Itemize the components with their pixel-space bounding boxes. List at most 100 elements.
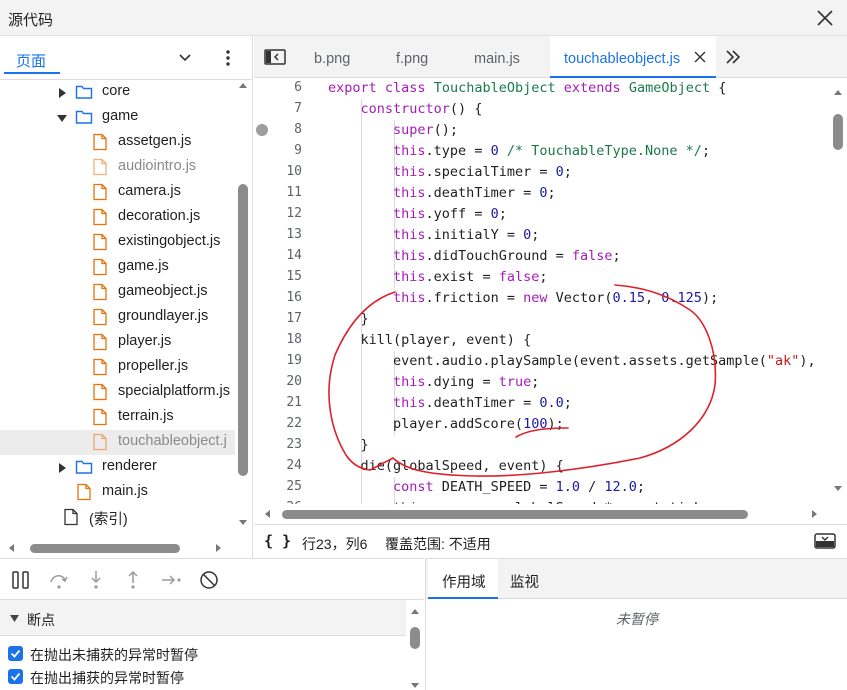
- editor-tab-label: main.js: [474, 51, 520, 67]
- tree-folder[interactable]: renderer: [0, 455, 235, 480]
- tree-file[interactable]: camera.js: [0, 180, 235, 205]
- line-number-gutter[interactable]: 10: [254, 162, 320, 183]
- tree-file[interactable]: groundlayer.js: [0, 305, 235, 330]
- line-number-gutter[interactable]: 9: [254, 141, 320, 162]
- line-number-gutter[interactable]: 12: [254, 204, 320, 225]
- double-chevron-icon[interactable]: [724, 48, 742, 66]
- line-number-gutter[interactable]: 13: [254, 225, 320, 246]
- tree-folder[interactable]: core: [0, 80, 235, 105]
- navigator-vertical-scrollbar[interactable]: [236, 80, 250, 536]
- tree-file[interactable]: decoration.js: [0, 205, 235, 230]
- step-over-icon[interactable]: [48, 569, 70, 591]
- tree-item-label: audiointro.js: [118, 158, 197, 174]
- js-file-icon: [93, 308, 107, 326]
- line-number-gutter[interactable]: 21: [254, 393, 320, 414]
- tree-file[interactable]: terrain.js: [0, 405, 235, 430]
- tree-file[interactable]: assetgen.js: [0, 130, 235, 155]
- line-number: 6: [294, 80, 302, 95]
- tree-item-label: (索引): [89, 512, 128, 528]
- checkbox-label: 在抛出捕获的异常时暂停: [30, 670, 184, 686]
- title-bar: 源代码: [0, 0, 847, 36]
- pause-uncaught-option[interactable]: 在抛出未捕获的异常时暂停: [8, 643, 406, 665]
- js-file-icon: [93, 133, 107, 151]
- pause-caught-option[interactable]: 在抛出捕获的异常时暂停: [8, 666, 406, 688]
- line-number-gutter[interactable]: 8: [254, 120, 320, 141]
- breakpoints-section-header[interactable]: 断点: [0, 600, 406, 636]
- tree-file[interactable]: touchableobject.j: [0, 430, 235, 455]
- line-number: 11: [286, 185, 302, 200]
- deactivate-breakpoints-icon[interactable]: [198, 569, 220, 591]
- line-number-gutter[interactable]: 14: [254, 246, 320, 267]
- line-number-gutter[interactable]: 22: [254, 414, 320, 435]
- tree-file[interactable]: gameobject.js: [0, 280, 235, 305]
- tree-file[interactable]: game.js: [0, 255, 235, 280]
- line-number-gutter[interactable]: 23: [254, 435, 320, 456]
- triangle-right-icon[interactable]: [57, 88, 67, 98]
- editor-tab[interactable]: f.png: [380, 36, 458, 78]
- pretty-print-button[interactable]: { }: [264, 532, 291, 550]
- tree-item-label: camera.js: [118, 183, 181, 199]
- line-number: 15: [286, 269, 302, 284]
- triangle-down-icon[interactable]: [57, 113, 67, 123]
- tree-file[interactable]: audiointro.js: [0, 155, 235, 180]
- breakpoint-marker[interactable]: [256, 124, 268, 136]
- tree-file[interactable]: (索引): [0, 505, 235, 530]
- line-number-gutter[interactable]: 6: [254, 78, 320, 99]
- line-number-gutter[interactable]: 15: [254, 267, 320, 288]
- dock-icon[interactable]: [814, 533, 836, 549]
- tree-item-label: player.js: [118, 333, 172, 349]
- close-tab-icon[interactable]: [694, 51, 706, 63]
- step-icon[interactable]: [160, 569, 182, 591]
- tree-file[interactable]: propeller.js: [0, 355, 235, 380]
- line-number: 25: [286, 479, 302, 494]
- tab-pages[interactable]: 页面: [4, 42, 60, 74]
- code-line: this.deathTimer = 0;: [393, 185, 556, 201]
- tree-item-label: decoration.js: [118, 208, 201, 224]
- line-number-gutter[interactable]: 11: [254, 183, 320, 204]
- code-line: this.yoff = 0;: [393, 206, 507, 222]
- line-number-gutter[interactable]: 19: [254, 351, 320, 372]
- line-number-gutter[interactable]: 7: [254, 99, 320, 120]
- editor-vertical-scrollbar[interactable]: [829, 78, 847, 504]
- toggle-navigator-icon[interactable]: [264, 49, 286, 65]
- editor-tab[interactable]: touchableobject.js: [550, 36, 716, 78]
- sidebar-vertical-scrollbar[interactable]: [406, 600, 424, 690]
- line-number: 10: [286, 164, 302, 179]
- line-number-gutter[interactable]: 24: [254, 456, 320, 477]
- code-view[interactable]: 6 export class TouchableObject extends Ga…: [254, 78, 847, 504]
- editor-tab[interactable]: main.js: [458, 36, 550, 78]
- line-number: 9: [294, 143, 302, 158]
- line-number-gutter[interactable]: 16: [254, 288, 320, 309]
- tab-scope[interactable]: 作用域: [428, 559, 498, 599]
- tree-item-label: touchableobject.j: [118, 433, 227, 449]
- tree-folder[interactable]: game: [0, 105, 235, 130]
- pause-icon[interactable]: [10, 569, 32, 591]
- tree-item-label: existingobject.js: [118, 233, 221, 249]
- folder-icon: [75, 460, 93, 474]
- line-number-gutter[interactable]: 25: [254, 477, 320, 498]
- step-out-icon[interactable]: [122, 569, 144, 591]
- triangle-right-icon[interactable]: [57, 463, 67, 473]
- navigator-horizontal-scrollbar[interactable]: [0, 538, 236, 558]
- line-number-gutter[interactable]: 17: [254, 309, 320, 330]
- editor-horizontal-scrollbar[interactable]: [254, 504, 847, 524]
- close-icon[interactable]: [815, 8, 835, 28]
- tab-watch[interactable]: 监视: [498, 559, 554, 599]
- code-line: }: [328, 437, 369, 453]
- tree-file[interactable]: player.js: [0, 330, 235, 355]
- checkbox[interactable]: [8, 646, 23, 661]
- tree-file[interactable]: main.js: [0, 480, 235, 505]
- coverage-status: 覆盖范围: 不适用: [385, 536, 491, 552]
- tree-item-label: assetgen.js: [118, 133, 192, 149]
- tree-file[interactable]: specialplatform.js: [0, 380, 235, 405]
- step-into-icon[interactable]: [85, 569, 107, 591]
- js-file-icon: [93, 158, 107, 176]
- line-number-gutter[interactable]: 18: [254, 330, 320, 351]
- tree-item-label: renderer: [102, 458, 157, 474]
- checkbox[interactable]: [8, 669, 23, 684]
- line-number-gutter[interactable]: 20: [254, 372, 320, 393]
- tree-file[interactable]: existingobject.js: [0, 230, 235, 255]
- chevron-down-icon[interactable]: [177, 50, 193, 66]
- more-vertical-icon[interactable]: [222, 48, 234, 68]
- editor-tab[interactable]: b.png: [298, 36, 380, 78]
